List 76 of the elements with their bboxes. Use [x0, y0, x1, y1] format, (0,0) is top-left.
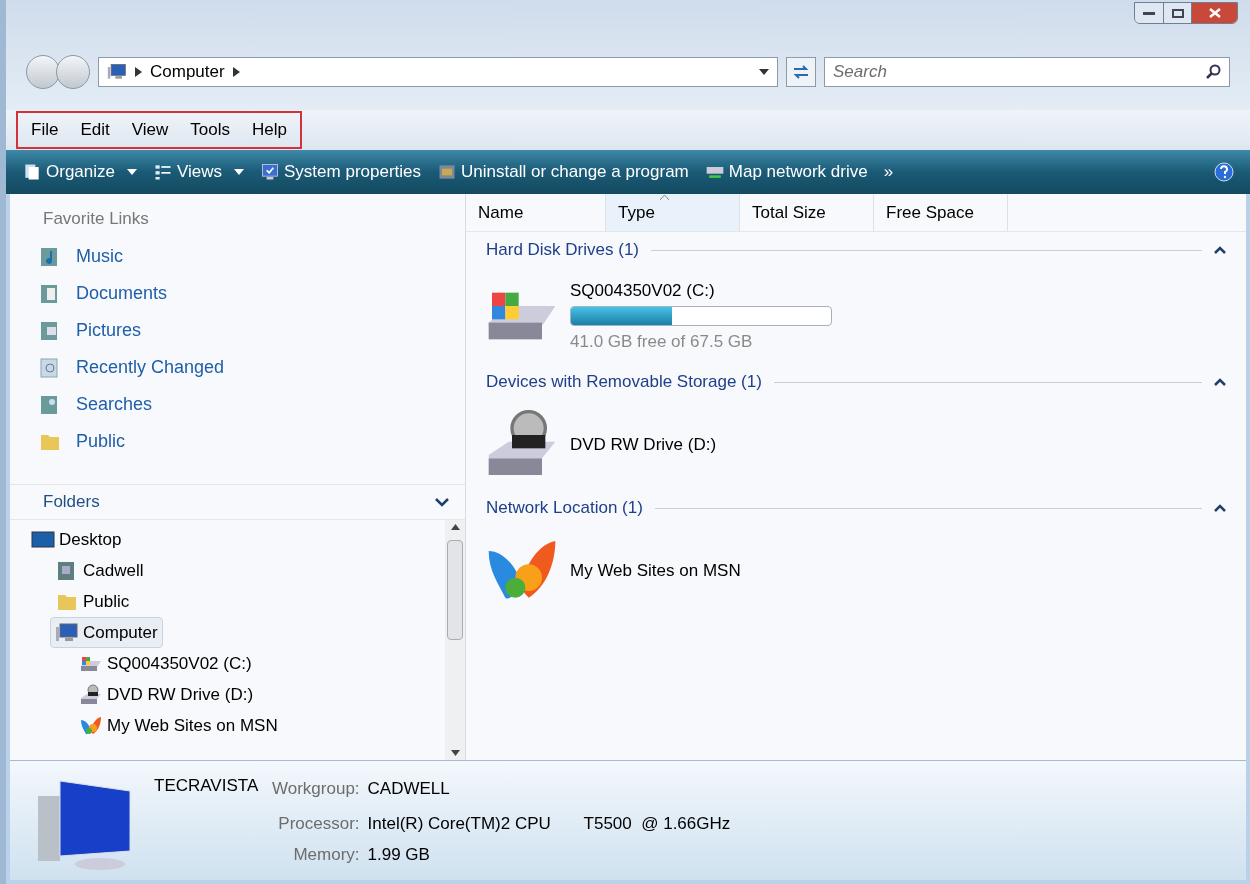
collapse-icon[interactable]	[1214, 504, 1226, 512]
section-title: Favorite Links	[42, 208, 150, 230]
scroll-up-icon[interactable]	[450, 524, 460, 530]
monitor-check-icon	[260, 162, 281, 182]
close-icon	[1208, 8, 1221, 18]
search-icon[interactable]	[1206, 64, 1222, 80]
column-header[interactable]: Total Size	[740, 194, 874, 231]
detail-value: CADWELL	[367, 777, 451, 800]
tree-item[interactable]: Public	[50, 586, 135, 617]
chevron-right-icon	[232, 67, 240, 77]
toolbar-button[interactable]: Uninstall or change a program	[437, 159, 689, 185]
maximize-button[interactable]	[1163, 3, 1191, 23]
drive-name: DVD RW Drive (D:)	[570, 434, 717, 457]
drive-item[interactable]: My Web Sites on MSN	[466, 526, 1246, 616]
menu-item[interactable]: Tools	[181, 117, 239, 143]
breadcrumb[interactable]: Computer	[150, 59, 225, 85]
favorite-link[interactable]: Documents	[10, 275, 465, 312]
dvd-drive-icon	[79, 682, 103, 707]
drive-name: My Web Sites on MSN	[570, 560, 741, 583]
chevron-down-icon[interactable]	[435, 497, 449, 507]
address-bar[interactable]: Computer	[98, 57, 778, 87]
tree-item[interactable]: My Web Sites on MSN	[74, 710, 283, 741]
tree-item[interactable]: DVD RW Drive (D:)	[74, 679, 259, 710]
drive-item[interactable]: DVD RW Drive (D:)	[466, 400, 1246, 490]
caret-icon	[234, 169, 245, 175]
favorite-link[interactable]: Pictures	[10, 312, 465, 349]
caret-icon	[127, 169, 137, 175]
menu-item[interactable]: Edit	[71, 117, 119, 143]
favorite-link[interactable]: Public	[10, 423, 465, 460]
close-button[interactable]	[1191, 3, 1237, 23]
scrollbar-thumb[interactable]	[447, 540, 463, 640]
collapse-icon[interactable]	[1214, 246, 1226, 254]
program-box-icon	[437, 162, 458, 182]
detail-value: 1.99 GB	[367, 844, 431, 866]
tree-item[interactable]: Desktop	[26, 524, 127, 555]
favorite-link[interactable]: Music	[10, 238, 465, 275]
drive-space-text: 41.0 GB free of 67.5 GB	[570, 331, 754, 353]
refresh-button[interactable]	[786, 57, 816, 87]
detail-label: Memory:	[293, 844, 360, 866]
column-header[interactable]: Type	[606, 194, 740, 231]
toolbar-button[interactable]: System properties	[260, 159, 422, 185]
drive-item[interactable]: SQ004350V02 (C:) 41.0 GB free of 67.5 GB	[466, 268, 1246, 364]
tree-item[interactable]: Cadwell	[50, 555, 149, 586]
chevron-right-icon	[135, 67, 142, 77]
computer-icon	[107, 62, 127, 82]
help-icon[interactable]	[1214, 162, 1234, 182]
column-header[interactable]: Free Space	[874, 194, 1008, 231]
tree-item[interactable]: SQ004350V02 (C:)	[74, 648, 257, 679]
favorite-link[interactable]: Searches	[10, 386, 465, 423]
detail-label: Workgroup:	[272, 777, 360, 800]
drive-name: SQ004350V02 (C:)	[570, 279, 716, 302]
detail-label: Processor:	[278, 812, 360, 835]
refresh-arrows-icon	[792, 65, 810, 79]
group-header[interactable]: Devices with Removable Storage (1)	[486, 369, 762, 395]
favorite-link[interactable]: Recently Changed	[10, 349, 465, 386]
pages-icon	[22, 162, 42, 182]
tree-item[interactable]: Computer	[50, 617, 163, 648]
computer-name: TECRAVISTA	[154, 775, 259, 797]
views-icon	[153, 162, 173, 182]
more-button[interactable]: »	[883, 159, 894, 185]
scrollbar[interactable]	[445, 520, 465, 760]
section-title: Folders	[43, 491, 100, 514]
group-header[interactable]: Hard Disk Drives (1)	[486, 237, 640, 263]
menu-item[interactable]: Help	[242, 117, 296, 143]
search-field[interactable]: Search	[824, 57, 1230, 87]
scroll-down-icon[interactable]	[450, 750, 460, 756]
menu-item[interactable]: View	[122, 117, 178, 143]
toolbar-button[interactable]: Views	[153, 159, 245, 185]
collapse-icon[interactable]	[1214, 378, 1226, 386]
toolbar-button[interactable]: Map network drive	[704, 159, 868, 185]
menu-item[interactable]: File	[22, 117, 68, 143]
group-header[interactable]: Network Location (1)	[486, 495, 643, 521]
detail-value: Intel(R) Core(TM)2 CPU T5500 @ 1.66GHz	[367, 812, 731, 835]
toolbar-button[interactable]: Organize	[22, 159, 137, 185]
minimize-button[interactable]	[1135, 3, 1163, 23]
dropdown-arrow-icon[interactable]	[759, 69, 769, 75]
